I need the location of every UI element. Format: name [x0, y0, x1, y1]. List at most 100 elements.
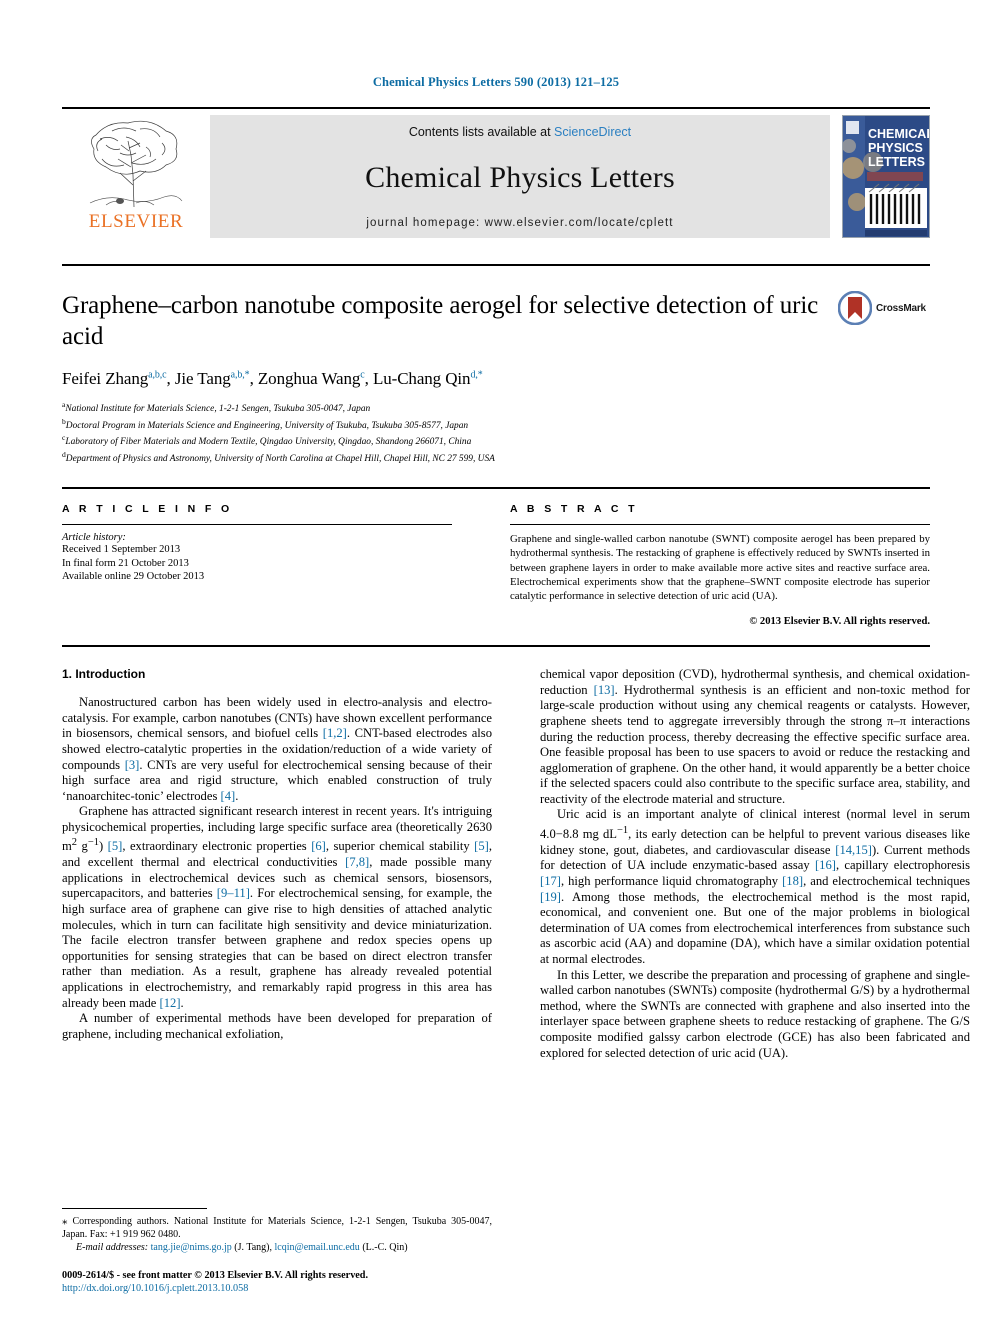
author-name[interactable]: Lu-Chang Qin — [373, 369, 471, 388]
article-info-rule — [62, 524, 452, 526]
email-link-1[interactable]: tang.jie@nims.go.jp — [151, 1242, 232, 1253]
author-affiliation-marker: a,b,c — [148, 369, 167, 381]
page-title: Graphene–carbon nanotube composite aerog… — [62, 292, 819, 350]
issn-block: 0009-2614/$ - see front matter © 2013 El… — [62, 1269, 492, 1295]
abstract-heading: A B S T R A C T — [510, 503, 638, 516]
text-run: . — [235, 788, 239, 803]
text-run: , extraordinary electronic properties — [122, 839, 312, 854]
elsevier-wordmark: ELSEVIER — [88, 211, 184, 232]
sciencedirect-link[interactable]: ScienceDirect — [554, 125, 631, 139]
article-history-label: Article history: — [62, 532, 126, 544]
author-separator: , — [249, 369, 258, 388]
citation-link[interactable]: [4] — [221, 789, 236, 803]
body-paragraph: Graphene has attracted significant resea… — [62, 804, 492, 1011]
author-name[interactable]: Jie Tang — [175, 369, 231, 388]
body-paragraph: Nanostructured carbon has been widely us… — [62, 695, 492, 804]
abstract-rule — [510, 524, 930, 526]
citation-link[interactable]: [16] — [815, 858, 836, 872]
right-column-paragraphs: chemical vapor deposition (CVD), hydroth… — [540, 667, 970, 1061]
citation-link[interactable]: [3] — [125, 758, 140, 772]
email-label: E-mail addresses: — [76, 1242, 149, 1253]
email-owner-1: (J. Tang) — [234, 1242, 270, 1253]
citation-link[interactable]: [12] — [160, 996, 181, 1010]
affiliation-text: Department of Physics and Astronomy, Uni… — [65, 453, 495, 464]
crossmark-badge[interactable]: CrossMark — [838, 288, 930, 328]
contents-available-line: Contents lists available at ScienceDirec… — [409, 125, 631, 139]
text-run: ) — [98, 839, 108, 854]
copyright-line: © 2013 Elsevier B.V. All rights reserved… — [749, 616, 930, 628]
citation-link[interactable]: [6] — [311, 840, 326, 854]
history-line: Available online 29 October 2013 — [62, 571, 205, 583]
superscript: −1 — [616, 825, 629, 837]
journal-title: Chemical Physics Letters — [365, 161, 675, 194]
svg-text:LETTERS: LETTERS — [868, 155, 925, 169]
journal-cover-thumbnail: CHEMICAL PHYSICS LETTERS — [842, 115, 930, 238]
body-paragraph: In this Letter, we describe the preparat… — [540, 968, 970, 1062]
svg-text:CHEMICAL: CHEMICAL — [868, 127, 929, 141]
citation-link[interactable]: [7,8] — [345, 855, 369, 869]
affiliation-list: aNational Institute for Materials Scienc… — [62, 399, 930, 465]
body-paragraph: Uric acid is an important analyte of cli… — [540, 807, 970, 967]
text-run: , high performance liquid chromatography — [560, 874, 783, 889]
elsevier-tree-icon — [89, 120, 183, 208]
body-column-left: 1. Introduction Nanostructured carbon ha… — [62, 667, 492, 1061]
left-column-paragraphs: Nanostructured carbon has been widely us… — [62, 695, 492, 1042]
corresponding-star: ⁎ — [62, 1215, 68, 1227]
author-affiliation-marker: d,* — [470, 369, 483, 381]
email-note: E-mail addresses: tang.jie@nims.go.jp (J… — [62, 1241, 492, 1254]
section-title-introduction: 1. Introduction — [62, 667, 146, 682]
abstract-text: Graphene and single-walled carbon nanotu… — [510, 533, 930, 602]
svg-text:PHYSICS: PHYSICS — [868, 141, 923, 155]
footnote-divider — [62, 1208, 207, 1209]
text-run: . Hydrothermal synthesis is an efficient… — [540, 682, 970, 806]
corresponding-text: Corresponding authors. National Institut… — [62, 1216, 493, 1240]
text-run: , and electrochemical techniques — [803, 874, 971, 889]
info-abstract-row: A R T I C L E I N F O Article history: R… — [62, 489, 930, 627]
citation-link[interactable]: [18] — [782, 874, 803, 888]
citation-link[interactable]: [5] — [474, 840, 489, 854]
author-name[interactable]: Zonghua Wang — [258, 369, 361, 388]
text-run: , superior chemical stability — [325, 839, 475, 854]
article-info-column: A R T I C L E I N F O Article history: R… — [62, 503, 452, 627]
superscript: −1 — [87, 837, 99, 849]
author-separator: , — [166, 369, 175, 388]
crossmark-label: CrossMark — [876, 302, 926, 314]
affiliation-text: National Institute for Materials Science… — [65, 404, 371, 415]
affiliation-text: Doctoral Program in Materials Science an… — [65, 420, 469, 431]
citation-link[interactable]: [1,2] — [323, 726, 347, 740]
email-link-2[interactable]: lcqin@email.unc.edu — [275, 1242, 360, 1253]
article-history-lines: Received 1 September 2013 In final form … — [62, 543, 452, 584]
abstract-column: A B S T R A C T Graphene and single-wall… — [510, 503, 930, 627]
text-run: . Among those methods, the electrochemic… — [540, 889, 970, 967]
citation-link[interactable]: [17] — [540, 874, 561, 888]
doi-link[interactable]: http://dx.doi.org/10.1016/j.cplett.2013.… — [62, 1282, 492, 1295]
email-owner-2: (L.-C. Qin) — [362, 1242, 408, 1253]
text-run: In this Letter, we describe the preparat… — [540, 967, 970, 1060]
author-separator: , — [364, 369, 373, 388]
title-block: CrossMark Graphene–carbon nanotube compo… — [62, 266, 930, 465]
history-line: Received 1 September 2013 — [62, 544, 181, 556]
issn-line: 0009-2614/$ - see front matter © 2013 El… — [62, 1270, 369, 1281]
journal-masthead: ELSEVIER Contents lists available at Sci… — [62, 107, 930, 240]
affiliation-line: dDepartment of Physics and Astronomy, Un… — [62, 449, 930, 466]
author-list: Feifei Zhanga,b,c, Jie Tanga,b,*, Zonghu… — [62, 369, 930, 389]
body-paragraph: chemical vapor deposition (CVD), hydroth… — [540, 667, 970, 807]
citation-link[interactable]: [14,15] — [835, 843, 872, 857]
text-run: . For electrochemical sensing, for examp… — [62, 886, 493, 1010]
article-info-heading: A R T I C L E I N F O — [62, 503, 233, 516]
author-name[interactable]: Feifei Zhang — [62, 369, 148, 388]
running-head: Chemical Physics Letters 590 (2013) 121–… — [372, 75, 620, 89]
affiliation-line: bDoctoral Program in Materials Science a… — [62, 416, 930, 433]
body-column-right: chemical vapor deposition (CVD), hydroth… — [540, 667, 970, 1061]
journal-homepage-line[interactable]: journal homepage: www.elsevier.com/locat… — [366, 217, 673, 229]
corresponding-author-note: ⁎ Corresponding authors. National Instit… — [62, 1215, 492, 1241]
text-run: g — [77, 839, 88, 854]
text-run: . — [180, 995, 184, 1010]
citation-link[interactable]: [9–11] — [217, 886, 250, 900]
text-run: , capillary electrophoresis — [835, 858, 971, 873]
history-line: In final form 21 October 2013 — [62, 557, 189, 569]
affiliation-line: cLaboratory of Fiber Materials and Moder… — [62, 432, 930, 449]
citation-link[interactable]: [19] — [540, 890, 561, 904]
citation-link[interactable]: [5] — [108, 840, 123, 854]
citation-link[interactable]: [13] — [594, 683, 615, 697]
